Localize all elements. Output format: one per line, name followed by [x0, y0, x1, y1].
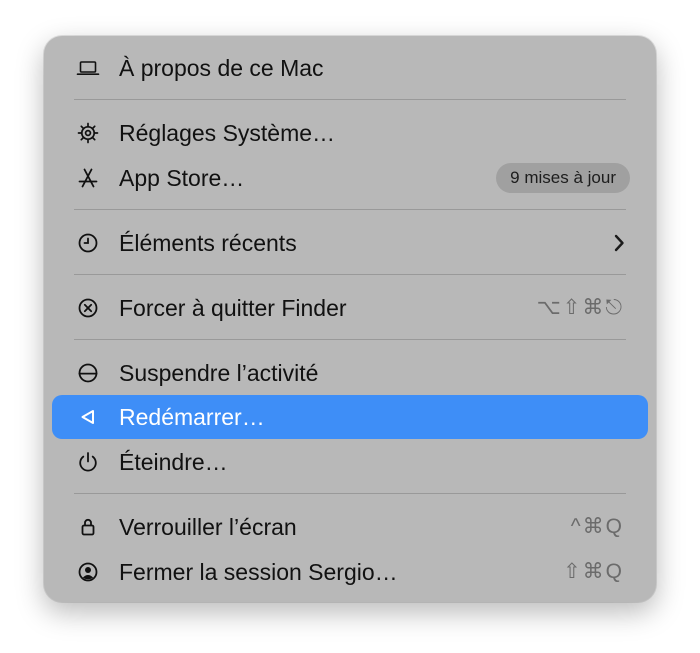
lock-icon — [76, 515, 100, 539]
menu-item-log-out[interactable]: Fermer la session Sergio… ⇧⌘Q — [52, 550, 648, 594]
menu-item-system-settings[interactable]: Réglages Système… — [52, 111, 648, 155]
updates-badge: 9 mises à jour — [496, 163, 630, 193]
menu-item-lock-screen[interactable]: Verrouiller l’écran ^⌘Q — [52, 505, 648, 549]
menu-item-label: App Store… — [119, 165, 245, 191]
gear-icon — [76, 121, 100, 145]
keyboard-shortcut: ^⌘Q — [570, 515, 624, 538]
laptop-icon — [76, 56, 100, 80]
menu-item-label: Verrouiller l’écran — [119, 514, 297, 540]
keyboard-shortcut: ⇧⌘Q — [563, 560, 624, 583]
keyboard-shortcut: ⌥⇧⌘⎋ — [536, 296, 624, 319]
apple-menu: À propos de ce Mac Réglages Système… App… — [44, 36, 656, 602]
app-store-icon — [76, 166, 100, 190]
menu-separator — [74, 99, 626, 100]
menu-item-label: Réglages Système… — [119, 120, 336, 146]
sleep-icon — [76, 361, 100, 385]
menu-item-shut-down[interactable]: Éteindre… — [52, 440, 648, 484]
menu-item-recent-items[interactable]: Éléments récents — [52, 221, 648, 265]
menu-item-about-this-mac[interactable]: À propos de ce Mac — [52, 46, 648, 90]
menu-item-label: Fermer la session Sergio… — [119, 559, 398, 585]
clock-icon — [76, 231, 100, 255]
power-icon — [76, 450, 100, 474]
restart-icon — [76, 405, 100, 429]
menu-item-label: Suspendre l’activité — [119, 360, 319, 386]
menu-item-app-store[interactable]: App Store… 9 mises à jour — [52, 156, 648, 200]
chevron-right-icon — [612, 233, 626, 253]
menu-separator — [74, 274, 626, 275]
user-icon — [76, 560, 100, 584]
menu-item-restart[interactable]: Redémarrer… — [52, 395, 648, 439]
menu-item-sleep[interactable]: Suspendre l’activité — [52, 351, 648, 395]
menu-item-label: À propos de ce Mac — [119, 55, 324, 81]
menu-separator — [74, 209, 626, 210]
menu-separator — [74, 339, 626, 340]
menu-item-force-quit[interactable]: Forcer à quitter Finder ⌥⇧⌘⎋ — [52, 286, 648, 330]
menu-separator — [74, 493, 626, 494]
menu-item-label: Éléments récents — [119, 230, 297, 256]
menu-item-label: Redémarrer… — [119, 404, 265, 430]
menu-item-label: Éteindre… — [119, 449, 228, 475]
force-quit-icon — [76, 296, 100, 320]
menu-item-label: Forcer à quitter Finder — [119, 295, 347, 321]
